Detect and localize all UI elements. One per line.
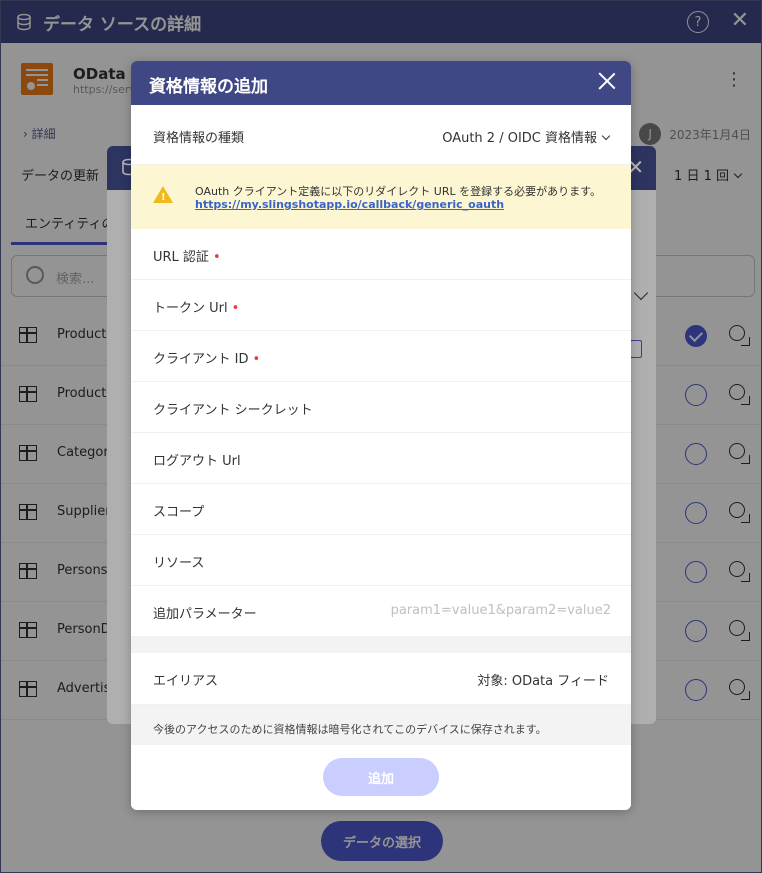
logout-url-field[interactable]: ログアウト Url <box>131 433 631 484</box>
required-mark: • <box>212 250 221 265</box>
resource-field[interactable]: リソース <box>131 535 631 586</box>
url-auth-text: URL 認証 <box>153 250 209 265</box>
dialog-footer: 追加 <box>131 745 631 807</box>
token-url-field[interactable]: トークン Url • <box>131 280 631 331</box>
credential-type-label: 資格情報の種類 <box>153 131 245 146</box>
resource-label: リソース <box>153 556 205 571</box>
url-auth-label: URL 認証 • <box>153 246 221 265</box>
extra-params-field[interactable]: 追加パラメーター param1=value1&param2=value2 <box>131 586 631 637</box>
credential-type-value: OAuth 2 / OIDC 資格情報 <box>442 127 611 146</box>
add-button[interactable]: 追加 <box>323 758 439 796</box>
client-id-label: クライアント ID • <box>153 348 260 367</box>
section-spacer <box>131 637 631 653</box>
client-secret-field[interactable]: クライアント シークレット <box>131 382 631 433</box>
logout-url-label: ログアウト Url <box>153 454 241 469</box>
client-id-field[interactable]: クライアント ID • <box>131 331 631 382</box>
url-auth-field[interactable]: URL 認証 • <box>131 229 631 280</box>
redirect-warning: ! OAuth クライアント定義に以下のリダイレクト URL を登録する必要があ… <box>131 165 631 229</box>
encryption-note: 今後のアクセスのために資格情報は暗号化されてこのデバイスに保存されます。 <box>131 705 631 745</box>
extra-params-placeholder: param1=value1&param2=value2 <box>390 603 611 618</box>
alias-value: 対象: OData フィード <box>477 674 609 689</box>
credential-type-dropdown[interactable]: 資格情報の種類 OAuth 2 / OIDC 資格情報 <box>131 105 631 165</box>
scope-field[interactable]: スコープ <box>131 484 631 535</box>
dialog-header: 資格情報の追加 <box>131 61 631 105</box>
token-url-label: トークン Url • <box>153 297 239 316</box>
required-mark: • <box>231 301 240 316</box>
warning-text: OAuth クライアント定義に以下のリダイレクト URL を登録する必要がありま… <box>195 185 602 198</box>
required-mark: • <box>252 352 261 367</box>
client-id-text: クライアント ID <box>153 352 249 367</box>
chevron-down-icon <box>601 131 611 141</box>
add-credentials-dialog: 資格情報の追加 資格情報の種類 OAuth 2 / OIDC 資格情報 ! OA… <box>131 61 631 810</box>
alias-label: エイリアス <box>153 674 219 689</box>
client-secret-label: クライアント シークレット <box>153 403 313 418</box>
dialog-title: 資格情報の追加 <box>149 77 268 97</box>
extra-params-label: 追加パラメーター <box>153 607 257 622</box>
scope-label: スコープ <box>153 505 205 520</box>
token-url-text: トークン Url <box>153 301 228 316</box>
close-icon[interactable] <box>597 71 617 91</box>
redirect-url-link[interactable]: https://my.slingshotapp.io/callback/gene… <box>195 198 504 211</box>
alias-field[interactable]: エイリアス 対象: OData フィード <box>131 653 631 705</box>
credential-type-text: OAuth 2 / OIDC 資格情報 <box>442 131 597 146</box>
warning-mark: ! <box>161 192 166 203</box>
